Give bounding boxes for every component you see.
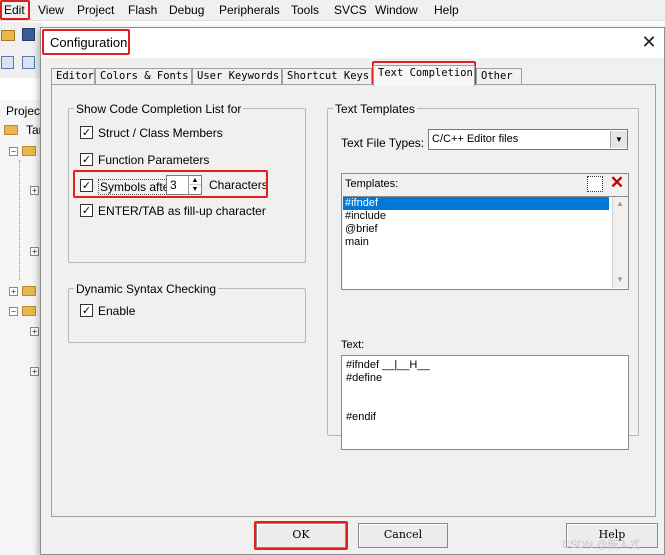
text-file-types-value: C/C++ Editor files xyxy=(432,133,519,145)
list-item[interactable]: @brief xyxy=(343,223,628,236)
expand-collapse-icon[interactable]: − xyxy=(9,147,18,156)
tab-other[interactable]: Other xyxy=(476,68,522,85)
group-folder-icon[interactable] xyxy=(22,146,36,156)
tab-user-keywords[interactable]: User Keywords xyxy=(192,68,282,85)
text-file-types-label: Text File Types: xyxy=(341,136,425,150)
enter-tab-label: ENTER/TAB as fill-up character xyxy=(98,204,266,218)
expand-icon[interactable]: + xyxy=(30,247,39,256)
menu-window[interactable]: Window xyxy=(375,3,418,17)
tab-text-completion[interactable]: Text Completion xyxy=(373,65,475,86)
target-folder-icon xyxy=(4,125,18,135)
configuration-dialog: Configuration ✕ Editor Colors & Fonts Us… xyxy=(40,27,665,555)
list-item[interactable]: #include xyxy=(343,210,628,223)
templates-box: Templates: ✕ #ifndef #include @brief mai… xyxy=(341,173,629,290)
templates-label: Templates: xyxy=(345,178,399,190)
enable-syntax-checkbox[interactable]: ✓ xyxy=(80,304,93,317)
tab-colors-fonts[interactable]: Colors & Fonts xyxy=(95,68,192,85)
template-text-editor[interactable]: #ifndef __|__H__ #define #endif xyxy=(341,355,629,450)
struct-members-label: Struct / Class Members xyxy=(98,126,223,140)
project-panel-title: Projec xyxy=(6,104,41,118)
text-line: #define xyxy=(346,372,383,384)
enter-tab-checkbox[interactable]: ✓ xyxy=(80,204,93,217)
spin-down-icon[interactable]: ▼ xyxy=(188,185,201,194)
text-label: Text: xyxy=(341,339,365,351)
scroll-up-icon[interactable]: ▲ xyxy=(616,199,624,208)
menu-svcs[interactable]: SVCS xyxy=(334,3,367,17)
watermark: CSDN @嵌入式 xyxy=(562,539,641,551)
text-line xyxy=(344,385,626,398)
menu-debug[interactable]: Debug xyxy=(169,3,204,17)
templates-list[interactable]: #ifndef #include @brief main ▲ ▼ xyxy=(343,196,628,289)
menu-bar: Edit View Project Flash Debug Peripheral… xyxy=(0,0,665,21)
expand-icon[interactable]: + xyxy=(30,327,39,336)
build-target-icon[interactable] xyxy=(1,56,14,69)
function-params-label: Function Parameters xyxy=(98,153,210,167)
text-file-types-select[interactable]: C/C++ Editor files ▼ xyxy=(428,129,628,150)
menu-project[interactable]: Project xyxy=(77,3,114,17)
open-folder-icon[interactable] xyxy=(1,30,15,41)
group-folder-icon[interactable] xyxy=(22,286,36,296)
syntax-checking-group-title: Dynamic Syntax Checking xyxy=(74,282,219,296)
text-templates-group-title: Text Templates xyxy=(333,102,417,116)
menu-tools[interactable]: Tools xyxy=(291,3,319,17)
main-toolbar xyxy=(0,22,42,78)
tab-shortcut-keys[interactable]: Shortcut Keys xyxy=(282,68,372,85)
expand-icon[interactable]: + xyxy=(30,186,39,195)
spin-up-icon[interactable]: ▲ xyxy=(188,176,201,185)
symbols-after-value[interactable]: 3 xyxy=(170,178,177,192)
rebuild-icon[interactable] xyxy=(22,56,35,69)
project-tree-panel: Projec Tar − + + + − + + xyxy=(0,100,43,555)
group-folder-icon[interactable] xyxy=(22,306,36,316)
cancel-button[interactable]: Cancel xyxy=(358,523,448,548)
menu-peripherals[interactable]: Peripherals xyxy=(219,3,280,17)
menu-help[interactable]: Help xyxy=(434,3,459,17)
tab-editor[interactable]: Editor xyxy=(51,68,95,85)
expand-collapse-icon[interactable]: − xyxy=(9,307,18,316)
menu-edit[interactable]: Edit xyxy=(4,3,25,17)
tree-connector xyxy=(19,160,20,280)
symbols-after-checkbox[interactable]: ✓ xyxy=(80,179,93,192)
menu-flash[interactable]: Flash xyxy=(128,3,157,17)
save-icon[interactable] xyxy=(22,28,35,41)
characters-label: Characters xyxy=(209,178,268,192)
code-completion-group-title: Show Code Completion List for xyxy=(74,102,244,116)
text-line xyxy=(344,398,626,411)
new-template-icon[interactable] xyxy=(587,176,603,192)
text-line: #ifndef __|__H__ xyxy=(346,359,430,371)
text-completion-panel: Show Code Completion List for ✓ Struct /… xyxy=(51,84,656,517)
enable-syntax-label: Enable xyxy=(98,304,136,318)
text-line: #endif xyxy=(346,411,376,423)
expand-icon[interactable]: + xyxy=(30,367,39,376)
chevron-down-icon[interactable]: ▼ xyxy=(610,131,627,148)
scroll-down-icon[interactable]: ▼ xyxy=(616,275,624,284)
function-params-checkbox[interactable]: ✓ xyxy=(80,153,93,166)
menu-view[interactable]: View xyxy=(38,3,64,17)
ok-button[interactable]: OK xyxy=(256,523,346,548)
delete-template-icon[interactable]: ✕ xyxy=(608,174,626,192)
templates-scrollbar[interactable]: ▲ ▼ xyxy=(612,197,628,288)
symbols-after-label: Symbols after xyxy=(98,179,176,195)
symbols-after-stepper[interactable]: 3 ▲ ▼ xyxy=(166,175,202,195)
dialog-titlebar: Configuration ✕ xyxy=(41,28,664,58)
list-item[interactable]: main xyxy=(343,236,628,249)
close-icon[interactable]: ✕ xyxy=(638,32,660,54)
list-item[interactable]: #ifndef xyxy=(343,197,609,210)
dialog-title: Configuration xyxy=(50,35,128,50)
expand-icon[interactable]: + xyxy=(9,287,18,296)
struct-members-checkbox[interactable]: ✓ xyxy=(80,126,93,139)
